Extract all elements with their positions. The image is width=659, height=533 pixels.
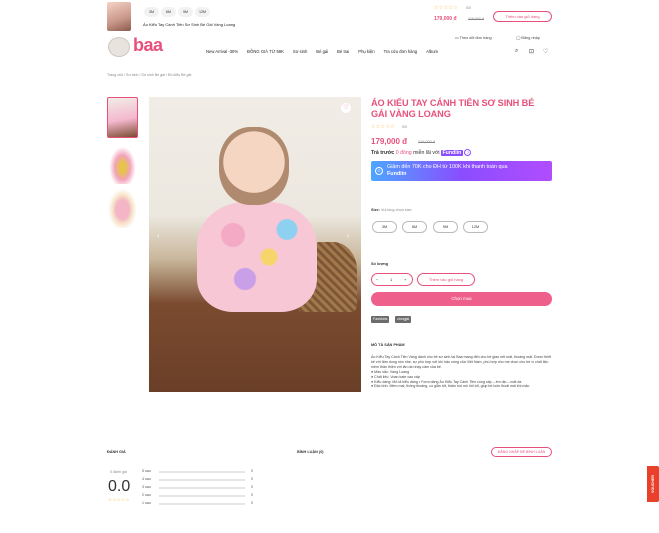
gallery-thumbnail-3[interactable] (107, 187, 138, 228)
size-label: Size: Vui lòng chọn size (371, 208, 412, 212)
logo[interactable]: baa (133, 35, 163, 56)
review-count: 0 đánh giá (110, 470, 127, 474)
rating-row-label: 2 sao (142, 493, 151, 497)
search-icon[interactable]: ⌕ (515, 48, 518, 55)
wishlist-heart-icon[interactable]: ♡ (543, 48, 548, 55)
qty-minus-button[interactable]: − (376, 277, 378, 282)
review-average-stars: ☆☆☆☆☆ (108, 497, 130, 502)
product-old-price: 219,000 đ (418, 140, 435, 144)
sticky-rating-stars: ☆☆☆☆☆ (434, 5, 458, 11)
size-option-6m[interactable]: 6M (402, 221, 427, 233)
track-order-link[interactable]: ▭ Theo dõi đơn hàng (455, 35, 492, 40)
promo-line-2: Fundiin (387, 170, 407, 177)
rating-row-count: 0 (251, 501, 253, 505)
breadcrumb[interactable]: Trang chủ / Sơ sinh / Sơ sinh Bé gái / Đ… (107, 73, 191, 77)
product-rating-stars: ☆☆☆☆☆ (371, 124, 395, 130)
logo-sheep-icon[interactable] (108, 37, 130, 57)
description-bullet: ● Đặc tính: Mềm mại, thông thoáng, co gi… (371, 384, 531, 389)
voucher-tab[interactable]: VOUCHER (647, 466, 659, 502)
nav-tra-cuu[interactable]: Tra cứu đơn hàng (384, 49, 418, 54)
main-nav: New Arrival -30% ĐỒNG GIÁ TỪ 59K Sơ sinh Bé… (206, 49, 447, 54)
rating-row-bar (159, 503, 245, 505)
nav-dong-gia[interactable]: ĐỒNG GIÁ TỪ 59K (247, 49, 284, 54)
nav-album[interactable]: Album (426, 49, 438, 54)
favorite-heart-icon[interactable]: ♡ (341, 103, 351, 113)
nav-be-gai[interactable]: Bé gái (316, 49, 328, 54)
description-body: Áo Kiểu Tay Cánh Tiên Vàng dành cho bé s… (371, 355, 553, 389)
next-image-arrow-icon[interactable]: › (347, 233, 349, 240)
review-average: 0.0 (108, 478, 131, 495)
child-head-image (219, 127, 289, 205)
rating-row-bar (159, 495, 245, 497)
nav-so-sinh[interactable]: Sơ sinh (293, 49, 307, 54)
login-to-comment-button[interactable]: ĐĂNG NHẬP ĐỂ BÌNH LUẬN (491, 447, 552, 457)
cart-icon[interactable]: ⊡ (529, 48, 534, 55)
fundiin-logo: Fundiin (441, 150, 463, 156)
nav-be-trai[interactable]: Bé trai (337, 49, 349, 54)
rating-row-label: 4 sao (142, 477, 151, 481)
size-option-9m[interactable]: 9M (433, 221, 458, 233)
login-link[interactable]: ◯ Đăng nhập (516, 35, 540, 40)
sticky-add-to-cart-button[interactable]: Thêm vào giỏ hàng (493, 11, 552, 22)
quantity-label: Số lượng (371, 262, 389, 266)
reviews-heading: ĐÁNH GIÁ (107, 450, 126, 454)
comments-heading: BÌNH LUẬN (0) (297, 450, 324, 454)
prev-image-arrow-icon[interactable]: ‹ (157, 233, 159, 240)
sticky-old-price: 219,000 đ (468, 17, 484, 21)
rating-row-label: 3 sao (142, 485, 151, 489)
product-title: ÁO KIỂU TAY CÁNH TIÊN SƠ SINH BÉ GÁI VÀN… (371, 98, 535, 119)
sticky-rating-text: 0/0 (466, 6, 471, 10)
size-hint: Vui lòng chọn size (380, 208, 412, 212)
rating-row-bar (159, 479, 245, 481)
size-option-12m[interactable]: 12M (463, 221, 488, 233)
description-heading: MÔ TẢ SẢN PHẨM (371, 343, 405, 347)
promo-icon: ⊙ (375, 167, 383, 175)
child-dress-image (197, 202, 317, 312)
sticky-product-thumbnail[interactable] (107, 2, 131, 31)
sticky-product-name: Áo Kiểu Tay Cánh Tiên Sơ Sinh Bé Gái Vàn… (143, 22, 236, 27)
product-rating-text: 0/0 (402, 125, 407, 129)
rating-row-count: 0 (251, 485, 253, 489)
gallery-thumbnail-1[interactable] (107, 97, 138, 138)
rating-row-count: 0 (251, 477, 253, 481)
sticky-size-9m[interactable]: 9M (178, 7, 193, 17)
quantity-stepper: − 1 + (371, 273, 413, 286)
nav-phu-kien[interactable]: Phụ kiện (358, 49, 374, 54)
nav-new-arrival[interactable]: New Arrival -30% (206, 49, 238, 54)
rating-row-bar (159, 487, 245, 489)
rating-row-label: 5 sao (142, 469, 151, 473)
info-icon[interactable]: ? (464, 149, 472, 156)
qty-value[interactable]: 1 (390, 277, 392, 282)
sticky-price: 179,000 đ (434, 16, 457, 22)
rating-row-label: 1 sao (142, 501, 151, 505)
add-to-cart-button[interactable]: Thêm vào giỏ hàng (417, 273, 475, 286)
sticky-size-3m[interactable]: 3M (144, 7, 159, 17)
product-main-image[interactable]: ♡ ‹ › (149, 97, 361, 392)
sticky-size-12m[interactable]: 12M (195, 7, 210, 17)
sticky-product-bar: 3M 6M 9M 12M Áo Kiểu Tay Cánh Tiên Sơ Si… (0, 0, 659, 33)
description-text: Áo Kiểu Tay Cánh Tiên Vàng dành cho bé s… (371, 355, 552, 369)
rating-row-bar (159, 471, 245, 473)
buy-now-button[interactable]: Chọn mua (371, 292, 552, 306)
tag-fashkids[interactable]: Fashkids (371, 316, 390, 323)
tag-clongjai[interactable]: clongjai (395, 316, 412, 323)
gallery-thumbnail-2[interactable] (107, 143, 138, 184)
sticky-size-6m[interactable]: 6M (161, 7, 176, 17)
size-option-3m[interactable]: 3M (372, 221, 397, 233)
fundiin-promo-banner[interactable]: ⊙ Giảm đến 70K cho ĐH từ 100K khi thanh … (371, 161, 552, 181)
rating-row-count: 0 (251, 469, 253, 473)
product-price: 179,000 đ (371, 137, 408, 146)
installment-line: Trả trước 0 đồng miễn lãi với Fundiin ? (371, 149, 472, 156)
qty-plus-button[interactable]: + (404, 277, 406, 282)
rating-row-count: 0 (251, 493, 253, 497)
